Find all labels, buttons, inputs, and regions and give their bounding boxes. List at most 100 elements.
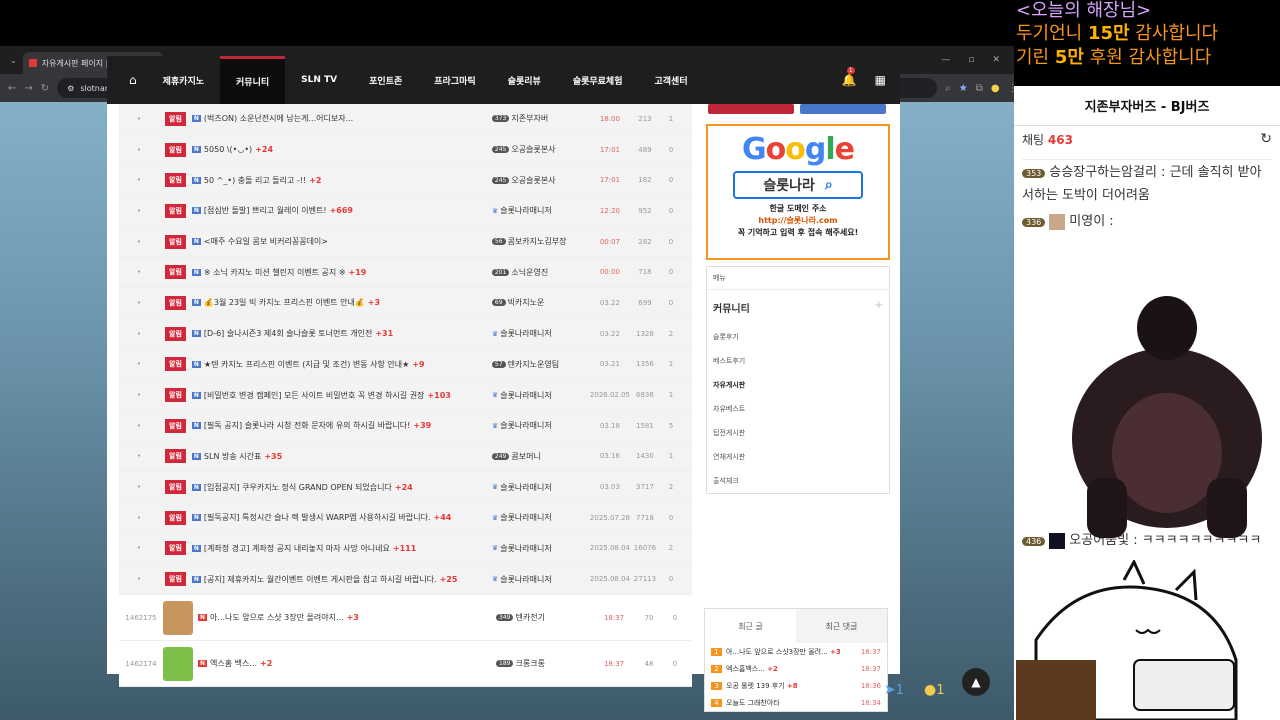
notice-row[interactable]: • 알림 N <매주 수요일 콤보 비커리꽁꽁데이> 56 콤보카지노김부장 00…: [119, 226, 692, 258]
close-window-icon[interactable]: ✕: [992, 55, 1000, 65]
post-title[interactable]: [공지] 제휴카지노 월간이벤트 이벤트 게시판을 참고 하시길 바랍니다. +2…: [204, 574, 492, 585]
post-title[interactable]: 💰3월 23일 빅 카지노 프리스핀 이벤트 안내💰 +3: [204, 297, 492, 308]
profile-icon[interactable]: ●: [991, 83, 1000, 94]
notice-row[interactable]: • 알림 N 💰3월 23일 빅 카지노 프리스핀 이벤트 안내💰 +3 69 빅카…: [119, 288, 692, 319]
post-writer[interactable]: ♛ 슬롯나라매니저: [492, 328, 590, 339]
notice-row[interactable]: • 알림 N (벅즈ON) 소운난전시에 남는게...어디보자... 373 지존…: [119, 104, 692, 135]
post-writer[interactable]: 69 빅카지노운: [491, 297, 590, 308]
site-info-icon[interactable]: ⚙: [67, 84, 74, 93]
post-writer[interactable]: ♛ 슬롯나라매니저: [492, 543, 590, 554]
recent-item[interactable]: 2 엑스홈백스... +2 18:37: [705, 660, 887, 677]
notice-row[interactable]: • 알림 N SLN 방송 시간표 +35 249 콤보머니 03.16 1430 …: [119, 441, 692, 473]
post-writer[interactable]: 201 소닉운영진: [491, 267, 590, 278]
menu-item[interactable]: 연재게시판: [707, 445, 889, 469]
notice-row[interactable]: • 알림 N [입점공지] 쿠우카지노 정식 GRAND OPEN 되었습니다 +…: [119, 472, 692, 503]
post-title[interactable]: [점심반 돌발] 쁘리고 월레이 이벤트! +669: [204, 205, 492, 216]
post-writer[interactable]: 57 텐카지노운영팀: [491, 359, 590, 370]
nav-sln-tv[interactable]: SLN TV: [285, 56, 353, 104]
nav-pragmatic[interactable]: 프라그마틱: [418, 56, 491, 104]
notice-row[interactable]: • 알림 N ★텐 카지노 프리스핀 이벤트 (지급 및 조건) 변동 사항 안…: [119, 349, 692, 381]
share-float-button[interactable]: ➤1: [884, 682, 904, 698]
menu-item[interactable]: 팁전게시판: [707, 421, 889, 445]
maximize-icon[interactable]: ▫: [968, 55, 974, 65]
tab-recent-comments[interactable]: 최근 댓글: [796, 609, 887, 643]
chat-nickname[interactable]: 미영이: [1069, 214, 1105, 229]
nav-community[interactable]: 커뮤니티: [220, 56, 286, 104]
post-writer[interactable]: ♛ 슬롯나라매니저: [492, 512, 590, 523]
menu-item[interactable]: 베스트후기: [707, 349, 889, 373]
notice-row[interactable]: • 알림 N 50 ^_•) 충돌 리고 돌리고 -!! +2 245 오공슬롯본사…: [119, 165, 692, 197]
zoom-icon[interactable]: ⌕: [945, 83, 951, 94]
tab-list-icon[interactable]: ⌄: [4, 56, 23, 65]
tab-recent-posts[interactable]: 최근 글: [705, 609, 796, 643]
post-title[interactable]: ※ 소닉 카지노 미션 챌린지 이벤트 공지 ※ +19: [204, 267, 492, 278]
chat-nickname[interactable]: 승승장구하는암걸리: [1049, 165, 1157, 180]
notice-row[interactable]: • 알림 N [비밀번호 변경 캠페인] 모든 사이트 비밀번호 꼭 변경 하시…: [119, 380, 692, 411]
post-writer[interactable]: ♛ 슬롯나라매니저: [492, 420, 590, 431]
post-writer[interactable]: 373 지존부자버: [491, 113, 590, 124]
post-thumbnail[interactable]: [163, 646, 193, 681]
home-icon[interactable]: ⌂: [119, 73, 147, 87]
post-title[interactable]: SLN 방송 시간표 +35: [204, 451, 492, 462]
notice-row[interactable]: • 알림 N 5050 \(•◡•) +24 245 오공슬롯본사 17:01 48…: [119, 134, 692, 166]
post-title[interactable]: [입점공지] 쿠우카지노 정식 GRAND OPEN 되었습니다 +24: [204, 482, 492, 493]
post-title[interactable]: [계좌정 경고] 계좌정 공지 내리놓지 마자 사망 아니네요 +111: [204, 543, 492, 554]
extensions-icon[interactable]: ⧉: [976, 83, 983, 94]
menu-plus-icon[interactable]: +: [875, 300, 883, 315]
bell-icon[interactable]: 🔔 1: [842, 67, 857, 87]
post-writer[interactable]: 349 텐카전기: [496, 612, 594, 623]
grid-menu-icon[interactable]: ▦: [875, 73, 886, 87]
google-banner[interactable]: Google 슬롯나라 ⌕ 한글 도메인 주소 http://슬롯나라.com 꼭…: [706, 124, 890, 260]
post-title[interactable]: 50 ^_•) 충돌 리고 돌리고 -!! +2: [204, 175, 492, 186]
nav-customer-center[interactable]: 고객센터: [639, 56, 704, 104]
scroll-top-button[interactable]: ▲: [962, 668, 990, 696]
nav-slot-review[interactable]: 슬롯리뷰: [492, 56, 557, 104]
post-title[interactable]: 엑스홈 백스... +2: [210, 658, 496, 669]
signup-button[interactable]: [800, 104, 886, 114]
comment-float-button[interactable]: ●1: [924, 682, 945, 698]
menu-item[interactable]: 자유게시판: [707, 373, 889, 397]
post-writer[interactable]: 249 콤보머니: [491, 451, 590, 462]
post-writer[interactable]: ♛ 슬롯나라매니저: [492, 574, 590, 585]
post-title[interactable]: 아...나도 앞으로 스샷 3장만 올려야지... +3: [210, 612, 496, 623]
login-button[interactable]: [708, 104, 794, 114]
post-writer[interactable]: 245 오공슬롯본사: [491, 144, 590, 155]
forward-icon[interactable]: →: [24, 83, 32, 94]
post-row[interactable]: 1462175 N 아...나도 앞으로 스샷 3장만 올려야지... +3 34…: [119, 595, 692, 641]
notice-row[interactable]: • 알림 N [D-6] 슬나시즌3 제4회 슬나슬롯 토너먼트 개인전 +31 …: [119, 318, 692, 350]
notice-row[interactable]: • 알림 N [공지] 제휴카지노 월간이벤트 이벤트 게시판을 참고 하시길 …: [119, 564, 692, 595]
menu-category[interactable]: 커뮤니티 +: [707, 290, 889, 325]
nav-free-slot[interactable]: 슬롯무료체험: [557, 56, 639, 104]
recent-item[interactable]: 4 오늘도 그래찬아타 18:34: [705, 694, 887, 711]
post-title[interactable]: [필독 공지] 슬롯나라 시청 전화 문자에 유의 하시길 바랍니다! +39: [204, 420, 492, 431]
notice-row[interactable]: • 알림 N [필독 공지] 슬롯나라 시청 전화 문자에 유의 하시길 바랍니…: [119, 410, 692, 442]
recent-item[interactable]: 1 아...나도 앞으로 스샷3장만 올려... +3 18:37: [705, 643, 887, 660]
refresh-icon[interactable]: ↻: [1260, 131, 1272, 147]
post-row[interactable]: 1462174 N 엑스홈 백스... +2 189 크롱크롱 18:37 48 0: [119, 641, 692, 687]
nav-point-zone[interactable]: 포인트존: [353, 56, 418, 104]
post-writer[interactable]: 56 콤보카지노김부장: [491, 236, 590, 247]
post-title[interactable]: <매주 수요일 콤보 비커리꽁꽁데이>: [204, 236, 492, 247]
post-writer[interactable]: ♛ 슬롯나라매니저: [492, 205, 590, 216]
menu-item[interactable]: 슬롯후기: [707, 325, 889, 349]
menu-item[interactable]: 자유베스트: [707, 397, 889, 421]
post-title[interactable]: 5050 \(•◡•) +24: [204, 145, 492, 154]
recent-item[interactable]: 3 오공 롤렛 139 후기 +8 18:36: [705, 677, 887, 694]
notice-row[interactable]: • 알림 N [필독공지] 특정시간 슬나 렉 발생시 WARP앱 사용하시길 …: [119, 502, 692, 534]
post-title[interactable]: [비밀번호 변경 캠페인] 모든 사이트 비밀번호 꼭 변경 하시길 권장 +10…: [204, 390, 492, 401]
bookmark-star-icon[interactable]: ★: [959, 83, 968, 94]
nav-partner-casino[interactable]: 제휴카지노: [147, 56, 220, 104]
notice-row[interactable]: • 알림 N ※ 소닉 카지노 미션 챌린지 이벤트 공지 ※ +19 201 소닉…: [119, 257, 692, 289]
post-writer[interactable]: ♛ 슬롯나라매니저: [492, 482, 590, 493]
menu-item[interactable]: 출석체크: [707, 469, 889, 493]
post-title[interactable]: [D-6] 슬나시즌3 제4회 슬나슬롯 토너먼트 개인전 +31: [204, 328, 492, 339]
back-icon[interactable]: ←: [8, 83, 16, 94]
notice-row[interactable]: • 알림 N [계좌정 경고] 계좌정 공지 내리놓지 마자 사망 아니네요 +1…: [119, 533, 692, 565]
minimize-icon[interactable]: —: [941, 55, 950, 65]
post-writer[interactable]: ♛ 슬롯나라매니저: [492, 390, 590, 401]
notice-row[interactable]: • 알림 N [점심반 돌발] 쁘리고 월레이 이벤트! +669 ♛ 슬롯나라매니…: [119, 196, 692, 227]
post-writer[interactable]: 189 크롱크롱: [496, 658, 594, 669]
post-title[interactable]: [필독공지] 특정시간 슬나 렉 발생시 WARP앱 사용하시길 바랍니다. +4…: [204, 512, 492, 523]
post-writer[interactable]: 245 오공슬롯본사: [491, 175, 590, 186]
post-thumbnail[interactable]: [163, 600, 193, 635]
